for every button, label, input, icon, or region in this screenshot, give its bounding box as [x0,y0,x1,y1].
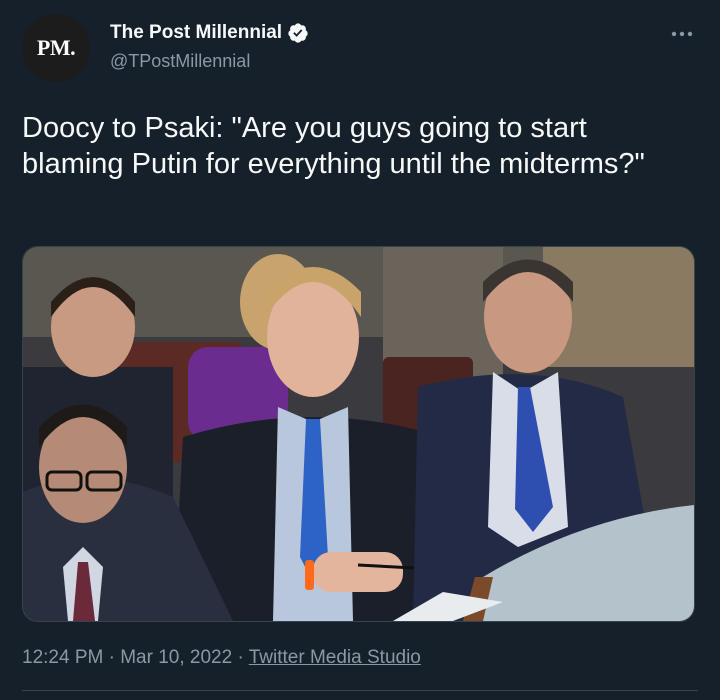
more-options-icon[interactable] [666,18,698,50]
tweet-time[interactable]: 12:24 PM [22,647,103,668]
tweet-media-image[interactable] [22,246,695,622]
author-name-row[interactable]: The Post Millennial [110,22,309,44]
verified-badge-icon [288,23,308,43]
tweet-meta: 12:24 PM · Mar 10, 2022 · Twitter Media … [22,647,421,669]
tweet-date[interactable]: Mar 10, 2022 [120,647,232,668]
author-avatar[interactable]: PM. [22,14,90,82]
press-briefing-photo [23,247,694,621]
author-name[interactable]: The Post Millennial [110,22,282,44]
meta-separator-2: · [232,647,249,668]
tweet-source-link[interactable]: Twitter Media Studio [249,647,421,668]
more-dots-icon [671,31,693,37]
meta-divider [22,690,698,691]
author-handle[interactable]: @TPostMillennial [110,51,250,72]
tweet-text: Doocy to Psaki: "Are you guys going to s… [22,112,645,180]
avatar-logo-text: PM. [36,35,76,60]
meta-separator-1: · [103,647,121,668]
